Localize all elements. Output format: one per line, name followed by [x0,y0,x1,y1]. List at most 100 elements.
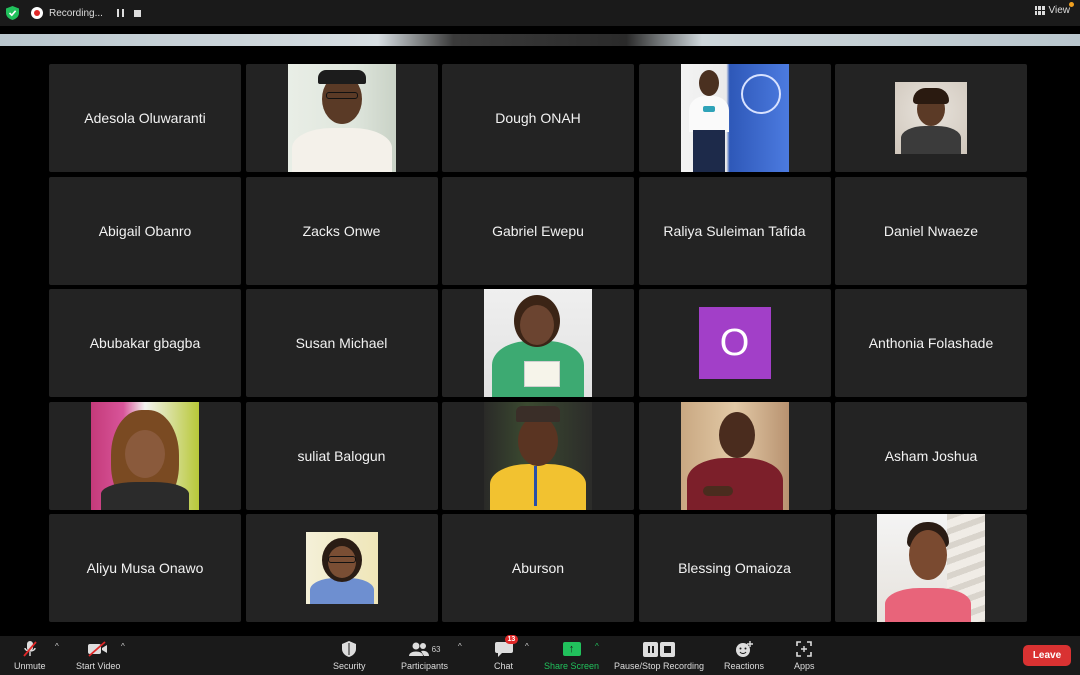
participant-tile[interactable]: Daniel Nwaeze [835,176,1027,285]
recording-dot-icon [31,7,43,19]
participant-video-woman-glasses [305,532,378,604]
participant-tile[interactable] [835,514,1027,622]
participant-tile[interactable] [49,401,241,510]
view-button[interactable]: View [1034,2,1074,16]
participant-name: Aburson [511,560,565,576]
video-options-chevron-icon[interactable]: ^ [121,642,125,651]
participant-tile[interactable] [442,289,634,397]
participant-name: Blessing Omaioza [678,560,791,576]
leave-button[interactable]: Leave [1023,645,1071,666]
gallery-grid: Adesola Oluwaranti Dough ONAH Abigail Ob… [49,64,1029,622]
participants-button[interactable]: 63 Participants [401,640,448,671]
participant-name: Zacks Onwe [302,222,381,239]
stop-recording-icon[interactable] [133,9,141,17]
participant-name: Gabriel Ewepu [492,222,584,239]
participant-video-woman-flag [680,64,789,172]
participant-name: Daniel Nwaeze [883,222,979,239]
participant-tile[interactable]: Anthonia Folashade [835,289,1027,397]
participant-name: Anthonia Folashade [868,335,994,351]
apps-label: Apps [794,661,815,671]
participant-tile[interactable]: Zacks Onwe [245,176,438,285]
share-screen-button[interactable]: ↑ Share Screen [544,640,599,671]
share-options-chevron-icon[interactable]: ^ [595,642,599,651]
share-screen-label: Share Screen [544,661,600,671]
participant-tile[interactable] [638,64,831,172]
participant-name: Abigail Obanro [98,222,192,239]
apps-button[interactable]: Apps [794,640,815,671]
active-speaker-strip [0,34,1080,46]
chat-button[interactable]: 13 Chat [494,635,519,671]
participant-name: suliat Balogun [297,447,386,464]
start-video-button[interactable]: Start Video [76,640,120,671]
unmute-label: Unmute [14,661,46,671]
view-grid-icon [1034,6,1045,15]
participant-tile[interactable] [245,514,438,622]
participants-options-chevron-icon[interactable]: ^ [458,642,462,651]
participant-tile[interactable]: Abubakar gbagba [49,289,241,397]
participant-tile[interactable]: suliat Balogun [245,401,438,510]
participant-name: Susan Michael [295,335,388,351]
stop-icon [660,641,676,657]
participant-tile[interactable]: Adesola Oluwaranti [49,64,241,172]
participants-icon: 63 [408,640,441,658]
chat-options-chevron-icon[interactable]: ^ [525,642,529,651]
participant-tile[interactable]: Susan Michael [245,289,438,397]
participant-video-man-cap [287,64,396,172]
participant-tile[interactable] [835,64,1027,172]
participant-avatar: O [698,307,771,379]
participant-tile[interactable]: Aliyu Musa Onawo [49,514,241,622]
participant-tile[interactable] [442,401,634,510]
start-video-label: Start Video [76,661,121,671]
pause-stop-recording-label: Pause/Stop Recording [614,661,705,671]
participant-tile[interactable]: Raliya Suleiman Tafida [638,176,831,285]
participant-video-woman-pink [91,401,199,510]
participant-video-man-yellow [484,401,592,510]
recording-indicator[interactable]: Recording... [27,3,149,23]
chat-label: Chat [494,661,514,671]
participant-tile[interactable]: Dough ONAH [442,64,634,172]
participant-name: Asham Joshua [884,447,978,464]
participant-video-woman-stairs [877,514,985,622]
participant-tile[interactable]: Blessing Omaioza [638,514,831,622]
participant-name: Abubakar gbagba [89,335,201,351]
muted-microphone-icon [22,640,38,658]
participant-tile[interactable]: Abigail Obanro [49,176,241,285]
meeting-controls-toolbar: Unmute ^ Start Video ^ Security 63 Parti… [0,635,1080,675]
security-label: Security [333,661,366,671]
participant-video-man-maroon [680,401,789,510]
participant-name: Raliya Suleiman Tafida [663,222,806,239]
participant-tile[interactable]: O [638,289,831,397]
security-button[interactable]: Security [333,640,366,671]
pause-icon [643,641,659,657]
reactions-label: Reactions [724,661,765,671]
participant-tile[interactable]: Asham Joshua [835,401,1027,510]
chat-bubble-icon: 13 [494,635,519,658]
video-off-icon [87,640,109,658]
participant-video-woman-green [484,289,592,397]
smiley-plus-icon [735,640,754,658]
participant-tile[interactable]: Aburson [442,514,634,622]
participant-tile[interactable]: Gabriel Ewepu [442,176,634,285]
reactions-button[interactable]: Reactions [724,640,764,671]
pause-recording-icon[interactable] [116,9,124,17]
chat-unread-badge: 13 [504,635,519,644]
view-label: View [1048,5,1071,16]
participant-name: Adesola Oluwaranti [84,110,206,126]
participant-name: Dough ONAH [495,110,581,126]
meeting-top-bar: Recording... View [0,0,1080,26]
participants-count: 63 [431,644,441,654]
security-shield-icon [342,640,357,658]
shield-check-icon[interactable] [6,6,19,20]
apps-icon [796,640,813,658]
participants-label: Participants [401,661,449,671]
participant-name: Aliyu Musa Onawo [86,560,204,576]
participant-video-woman-pose [895,82,967,154]
recording-label: Recording... [49,7,103,19]
audio-options-chevron-icon[interactable]: ^ [55,642,59,651]
participant-tile[interactable] [245,64,438,172]
participant-tile[interactable] [638,401,831,510]
notification-dot-icon [1069,2,1074,7]
pause-stop-recording-button[interactable]: Pause/Stop Recording [614,640,704,671]
unmute-button[interactable]: Unmute [14,640,46,671]
share-screen-arrow-icon: ↑ [562,642,581,656]
